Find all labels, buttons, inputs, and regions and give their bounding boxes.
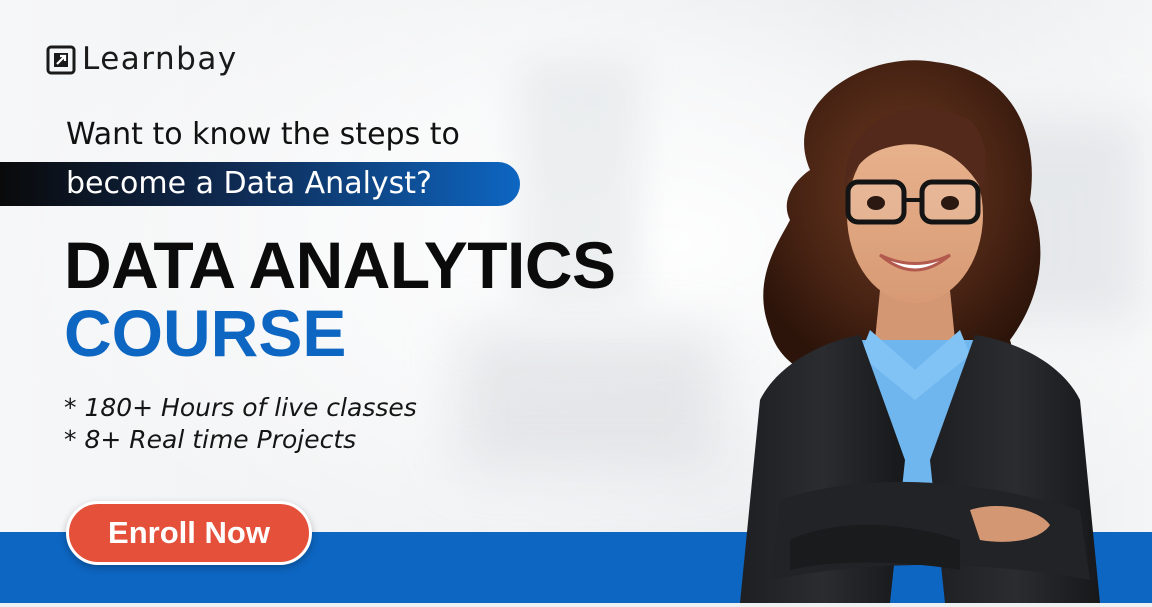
brand-logo[interactable]: Learnbay: [46, 44, 238, 75]
smiling-woman-in-glasses-and-suit-icon: [720, 40, 1120, 603]
tagline-line-2: become a Data Analyst?: [66, 166, 432, 201]
feature-item: * 180+ Hours of live classes: [64, 393, 417, 422]
brand-name: Learnbay: [82, 41, 238, 77]
enroll-now-button[interactable]: Enroll Now: [66, 501, 312, 565]
tagline-line-1: Want to know the steps to: [66, 117, 460, 152]
headline-line-2: COURSE: [64, 296, 347, 370]
headline-line-1: DATA ANALYTICS: [64, 228, 616, 302]
feature-item: * 8+ Real time Projects: [64, 425, 357, 454]
feature-list: * 180+ Hours of live classes * 8+ Real t…: [64, 392, 417, 456]
background-blur-shape: [460, 330, 720, 470]
learnbay-logo-icon: [46, 45, 76, 75]
